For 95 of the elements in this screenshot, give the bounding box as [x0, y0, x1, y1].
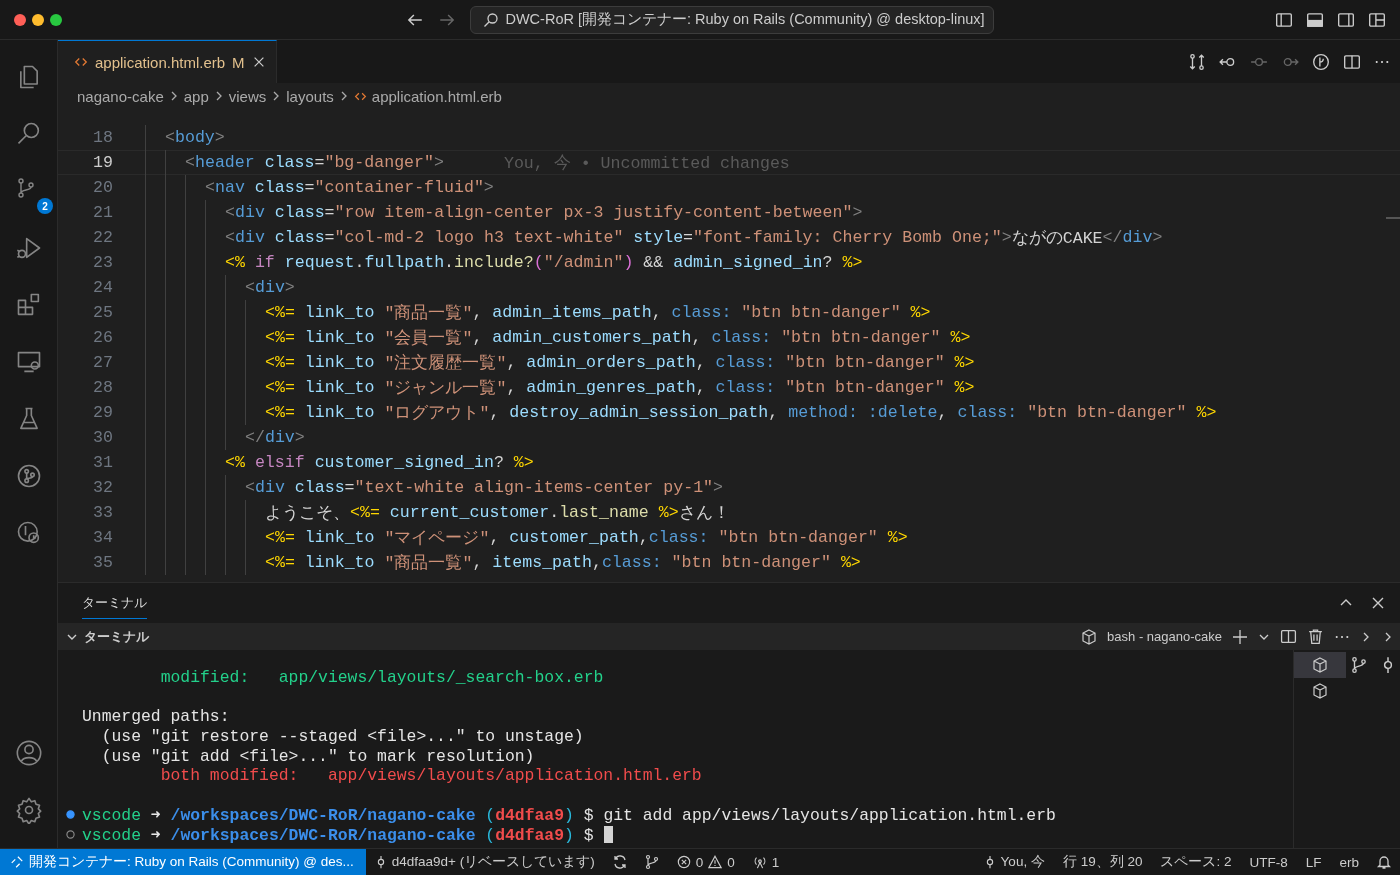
- terminal-line: (use "git add <file>..." to mark resolution): [100, 746, 535, 766]
- breadcrumb-item[interactable]: nagano-cake: [77, 87, 164, 105]
- breadcrumb-item[interactable]: views: [228, 87, 267, 105]
- terminal-line: both modified: app/views/layouts/application.html.erb: [159, 766, 702, 786]
- terminal-section-title[interactable]: ターミナル: [84, 627, 149, 646]
- warning-count[interactable]: 0: [727, 854, 735, 870]
- modified-indicator: M: [232, 53, 245, 71]
- line-number: 27: [92, 353, 113, 372]
- command-center-text: DWC-RoR [開発コンテナー: Ruby on Rails (Community) @ desktop-linux]: [505, 10, 985, 29]
- code-line: <header class="bg-danger">: [145, 150, 444, 175]
- code-line: <%= link_to "ジャンル一覧", admin_genres_path, class: "btn btn-danger" %>: [145, 375, 975, 400]
- status-item[interactable]: LF: [1296, 854, 1331, 870]
- breadcrumb-item[interactable]: app: [183, 87, 209, 105]
- code-line: <% elsif customer_signed_in? %>: [145, 450, 534, 475]
- code-line: </div>: [145, 425, 305, 450]
- status-item[interactable]: UTF-8: [1240, 854, 1297, 870]
- blame-annotation: You, 今 • Uncommitted changes: [503, 152, 790, 174]
- code-line: <%= link_to "マイページ", customer_path,class: "btn btn-danger" %>: [145, 525, 908, 550]
- code-line: <%= link_to "商品一覧", items_path,class: "btn btn-danger" %>: [145, 550, 861, 575]
- line-number: 23: [92, 253, 113, 272]
- plus-icon[interactable]: [1232, 628, 1248, 645]
- more-actions-button[interactable]: ⋯: [1334, 627, 1350, 646]
- branch-icon[interactable]: [1350, 656, 1368, 674]
- code-line: <div class="row item-align-center px-3 justify-content-between">: [145, 200, 863, 225]
- terminal-line: modified: app/views/layouts/_search-box.erb: [159, 668, 604, 688]
- breadcrumb-item[interactable]: application.html.erb: [371, 87, 502, 105]
- trash-icon[interactable]: [1307, 628, 1324, 645]
- editor-tab[interactable]: application.html.erb M: [58, 40, 277, 83]
- terminal-line: Unmerged paths:: [82, 707, 230, 727]
- line-number: 29: [92, 403, 113, 422]
- status-item[interactable]: 行 19、列 20: [1053, 853, 1152, 871]
- more-actions-button[interactable]: ⋯: [1374, 52, 1390, 71]
- status-item[interactable]: スペース: 2: [1151, 853, 1241, 871]
- error-icon: [676, 855, 691, 869]
- blame-status[interactable]: You, 今: [1000, 853, 1045, 871]
- command-center[interactable]: DWC-RoR [開発コンテナー: Ruby on Rails (Community) @ desktop-linux]: [470, 5, 994, 34]
- code-line: <%= link_to "注文履歴一覧", admin_orders_path, class: "btn btn-danger" %>: [145, 350, 975, 375]
- code-line: <% if request.fullpath.include?("/admin") && admin_signed_in? %>: [145, 250, 863, 275]
- error-count[interactable]: 0: [695, 854, 704, 870]
- terminal-name[interactable]: bash - nagano-cake: [1107, 629, 1222, 644]
- line-number: 25: [92, 303, 113, 322]
- breadcrumb-item[interactable]: layouts: [286, 87, 334, 105]
- line-number: 33: [92, 503, 113, 522]
- layout-icon[interactable]: [1368, 10, 1386, 29]
- box-icon: [1312, 683, 1328, 699]
- line-number: 20: [92, 178, 113, 197]
- search-icon: [483, 11, 500, 28]
- account-icon[interactable]: [14, 738, 43, 767]
- git-graph-icon[interactable]: [1312, 52, 1330, 71]
- terminal-line: vscode ➜ /workspaces/DWC-RoR/nagano-cake (d4dfaa9) $ git add app/views/layouts/application.html.erb: [82, 804, 1056, 825]
- line-number: 35: [92, 553, 113, 572]
- line-number: 28: [92, 378, 113, 397]
- compare-changes-icon[interactable]: [1188, 52, 1206, 71]
- box-icon: [1081, 628, 1098, 645]
- code-line: ようこそ、<%= current_customer.last_name %>さん！: [145, 500, 730, 525]
- panel-icon[interactable]: [1306, 10, 1324, 29]
- code-line: <nav class="container-fluid">: [145, 175, 494, 200]
- line-number: 26: [92, 328, 113, 347]
- code-line: <body>: [145, 125, 225, 150]
- sidebar-right-icon[interactable]: [1337, 10, 1355, 29]
- line-number: 21: [92, 203, 113, 222]
- antenna-icon: [752, 855, 767, 869]
- line-number: 24: [92, 278, 113, 297]
- sidebar-left-icon[interactable]: [1275, 10, 1293, 29]
- panel-tab[interactable]: ターミナル: [82, 587, 147, 619]
- remote-status[interactable]: 開発コンテナー: Ruby on Rails (Community) @ des...: [0, 849, 366, 875]
- line-number: 32: [92, 478, 113, 497]
- line-number: 30: [92, 428, 113, 447]
- settings-icon[interactable]: [14, 795, 43, 824]
- terminal-line: vscode ➜ /workspaces/DWC-RoR/nagano-cake (d4dfaa9) $: [82, 824, 594, 845]
- status-item[interactable]: erb: [1330, 854, 1368, 870]
- remote-label: 開発コンテナー: Ruby on Rails (Community) @ des...: [29, 853, 354, 871]
- tab-label: application.html.erb: [95, 53, 226, 71]
- line-number: 18: [92, 128, 113, 147]
- code-line: <%= link_to "会員一覧", admin_customers_path, class: "btn btn-danger" %>: [145, 325, 971, 350]
- branch-status[interactable]: d4dfaa9d+ (リベースしています): [391, 853, 595, 871]
- box-icon: [1312, 657, 1328, 673]
- split-editor-icon[interactable]: [1343, 52, 1361, 71]
- line-number: 34: [92, 528, 113, 547]
- code-line: <div class="text-white align-items-center py-1">: [145, 475, 723, 500]
- ports-count[interactable]: 1: [771, 854, 780, 870]
- terminal-instance[interactable]: [1294, 652, 1346, 678]
- line-number: 31: [92, 453, 113, 472]
- line-number: 22: [92, 228, 113, 247]
- line-number: 19: [92, 153, 113, 172]
- close-icon[interactable]: [1370, 595, 1386, 611]
- code-line: <%= link_to "商品一覧", admin_items_path, class: "btn btn-danger" %>: [145, 300, 931, 325]
- terminal-line: (use "git restore --staged <file>..." to unstage): [100, 727, 584, 747]
- code-line: <%= link_to "ログアウト", destroy_admin_session_path, method: :delete, class: "btn btn-danger" %>: [145, 400, 1217, 425]
- split-terminal-icon[interactable]: [1280, 628, 1297, 645]
- code-line: <div>: [145, 275, 295, 300]
- count-badge: 2: [37, 198, 53, 214]
- code-line: <div class="col-md-2 logo h3 text-white" style="font-family: Cherry Bomb One;">ながのCAKE</div>: [145, 225, 1163, 250]
- warning-icon: [708, 855, 723, 869]
- code-brackets-icon: [74, 55, 88, 69]
